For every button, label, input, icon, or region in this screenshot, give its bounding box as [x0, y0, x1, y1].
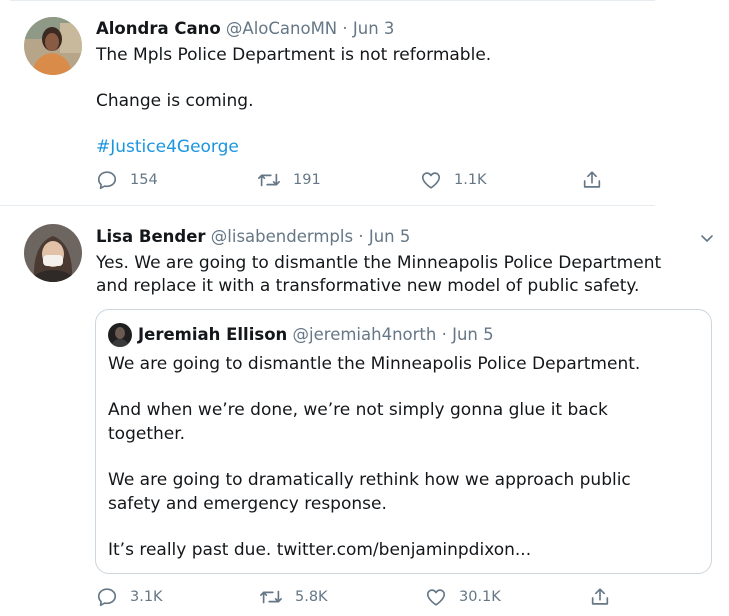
retweet-count: 5.8K — [295, 589, 328, 605]
tweet-text-line: The Mpls Police Department is not reform… — [96, 45, 492, 65]
quoted-user-handle: @jeremiah4north — [292, 325, 437, 344]
display-name[interactable]: Alondra Cano — [96, 19, 221, 38]
share-button[interactable] — [589, 586, 611, 608]
chevron-down-icon — [701, 235, 713, 242]
retweet-icon — [260, 590, 282, 604]
hashtag-link[interactable]: #Justice4George — [96, 135, 239, 159]
more-menu-button[interactable] — [699, 230, 715, 250]
quoted-tweet-header: Jeremiah Ellison @jeremiah4north · Jun 5 — [138, 324, 494, 346]
reply-icon — [97, 171, 117, 190]
tweet-lisa-bender[interactable]: Lisa Bender @lisabendermpls · Jun 5 Yes.… — [0, 206, 729, 616]
like-icon — [421, 172, 441, 189]
quoted-text-line: It’s really past due. twitter.com/benjam… — [108, 540, 532, 560]
tweet-date[interactable]: Jun 3 — [353, 19, 395, 38]
like-icon — [426, 589, 446, 606]
tweet-date[interactable]: Jun 5 — [369, 227, 411, 246]
reply-button[interactable]: 3.1K — [96, 586, 163, 608]
quoted-avatar — [108, 323, 132, 347]
tweet-actions: 154 191 1.1K — [96, 169, 616, 193]
tweet-header: Lisa Bender @lisabendermpls · Jun 5 — [96, 226, 410, 248]
retweet-button[interactable]: 191 — [257, 169, 321, 191]
quoted-display-name: Jeremiah Ellison — [138, 325, 288, 344]
quoted-text-line: together. — [108, 424, 186, 444]
retweet-icon — [258, 173, 280, 187]
quoted-avatar-image — [108, 323, 132, 347]
like-count: 30.1K — [459, 589, 501, 605]
quoted-text-line: safety and emergency response. — [108, 494, 387, 514]
like-count: 1.1K — [454, 172, 487, 188]
reply-button[interactable]: 154 — [96, 169, 158, 191]
share-icon — [583, 171, 601, 188]
reply-count: 3.1K — [130, 589, 163, 605]
user-handle[interactable]: @lisabendermpls — [211, 227, 353, 246]
quoted-tweet[interactable]: Jeremiah Ellison @jeremiah4north · Jun 5… — [95, 309, 712, 574]
tweet-text-line: and replace it with a transformative new… — [96, 276, 640, 296]
separator-dot: · — [358, 227, 364, 246]
avatar[interactable] — [24, 17, 82, 75]
retweet-button[interactable]: 5.8K — [259, 586, 328, 608]
like-button[interactable]: 30.1K — [425, 586, 501, 608]
quoted-text-line: And when we’re done, we’re not simply go… — [108, 400, 608, 420]
tweet-header: Alondra Cano @AloCanoMN · Jun 3 — [96, 18, 394, 40]
tweet-alondra-cano[interactable]: Alondra Cano @AloCanoMN · Jun 3 The Mpls… — [0, 0, 729, 206]
reply-count: 154 — [130, 172, 158, 188]
tweet-actions: 3.1K 5.8K 30.1K — [96, 586, 616, 610]
display-name[interactable]: Lisa Bender — [96, 227, 206, 246]
reply-icon — [97, 588, 117, 607]
avatar-image — [24, 224, 82, 282]
like-button[interactable]: 1.1K — [420, 169, 487, 191]
quoted-tweet-date: Jun 5 — [452, 325, 494, 344]
retweet-count: 191 — [293, 172, 321, 188]
top-divider — [10, 0, 655, 1]
tweet-text-line: Yes. We are going to dismantle the Minne… — [96, 253, 662, 273]
tweet-text-line: Change is coming. — [96, 91, 254, 111]
quoted-text-line: We are going to dramatically rethink how… — [108, 470, 631, 490]
separator-dot: · — [441, 325, 447, 344]
separator-dot: · — [342, 19, 348, 38]
share-button[interactable] — [581, 169, 603, 191]
quoted-text-line: We are going to dismantle the Minneapoli… — [108, 354, 641, 374]
user-handle[interactable]: @AloCanoMN — [226, 19, 337, 38]
avatar-image — [24, 17, 82, 75]
share-icon — [591, 588, 609, 605]
avatar[interactable] — [24, 224, 82, 282]
